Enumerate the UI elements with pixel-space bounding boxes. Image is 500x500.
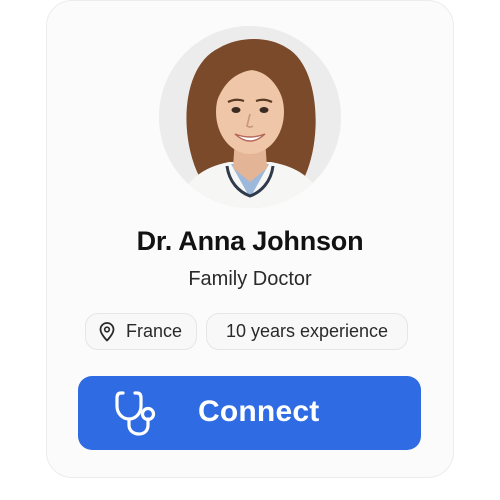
experience-label: 10 years experience [225, 321, 389, 341]
doctor-portrait [159, 26, 341, 208]
location-tag: France [85, 313, 197, 350]
doctor-name: Dr. Anna Johnson [136, 226, 364, 256]
map-pin-icon [98, 321, 116, 342]
avatar [159, 26, 341, 208]
location-label: France [126, 321, 183, 341]
connect-button[interactable]: Connect [78, 376, 421, 450]
connect-label: Connect [198, 395, 320, 428]
doctor-specialty: Family Doctor [188, 268, 312, 290]
stethoscope-icon [114, 389, 160, 437]
experience-tag: 10 years experience [206, 313, 408, 350]
